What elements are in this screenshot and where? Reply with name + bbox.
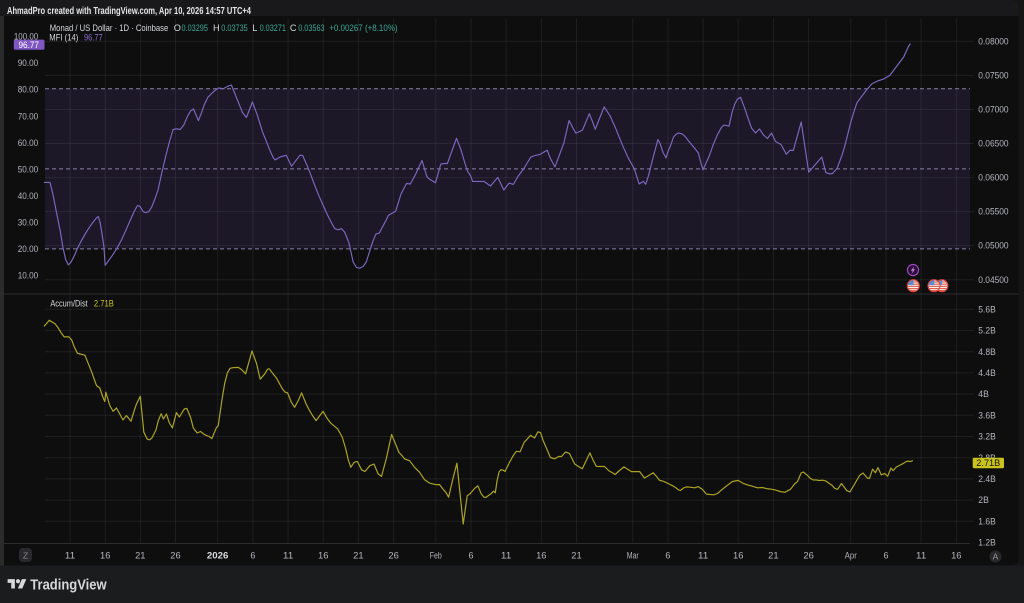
svg-text:0.04500: 0.04500 (978, 275, 1008, 285)
svg-text:Mar: Mar (627, 550, 639, 560)
svg-text:0.03271: 0.03271 (260, 23, 286, 33)
svg-text:16: 16 (733, 550, 743, 560)
svg-text:TradingView: TradingView (30, 578, 107, 594)
svg-text:3.2B: 3.2B (978, 432, 996, 442)
svg-text:Feb: Feb (430, 550, 442, 560)
svg-text:60.00: 60.00 (18, 138, 39, 148)
svg-text:11: 11 (916, 550, 926, 560)
svg-text:0.06000: 0.06000 (978, 173, 1008, 183)
svg-text:0.05000: 0.05000 (978, 241, 1008, 251)
svg-text:+0.00267 (+8.10%): +0.00267 (+8.10%) (329, 23, 397, 33)
svg-text:16: 16 (318, 550, 328, 560)
svg-text:1.2B: 1.2B (978, 538, 996, 548)
svg-text:6: 6 (250, 550, 255, 560)
svg-text:1.6B: 1.6B (978, 516, 996, 526)
svg-text:C: C (290, 23, 297, 33)
svg-text:2026: 2026 (207, 550, 229, 560)
svg-text:30.00: 30.00 (18, 217, 39, 227)
svg-text:L: L (252, 23, 257, 33)
svg-text:H: H (213, 23, 220, 33)
svg-text:21: 21 (571, 550, 581, 560)
svg-text:2.71B: 2.71B (976, 458, 1000, 468)
svg-text:80.00: 80.00 (18, 85, 39, 95)
svg-text:21: 21 (353, 550, 363, 560)
svg-text:21: 21 (135, 550, 145, 560)
svg-text:0.08000: 0.08000 (978, 37, 1008, 47)
svg-text:11: 11 (501, 550, 511, 560)
svg-text:20.00: 20.00 (18, 244, 39, 254)
svg-text:90.00: 90.00 (18, 58, 39, 68)
svg-text:0.06500: 0.06500 (978, 139, 1008, 149)
svg-text:4B: 4B (978, 389, 989, 399)
svg-text:26: 26 (388, 550, 398, 560)
svg-text:5.2B: 5.2B (978, 326, 996, 336)
svg-text:3.6B: 3.6B (978, 410, 996, 420)
svg-text:2.4B: 2.4B (978, 474, 996, 484)
svg-text:96.77: 96.77 (84, 33, 103, 43)
svg-text:6: 6 (468, 550, 473, 560)
svg-text:Apr: Apr (845, 550, 857, 560)
svg-text:Accum/Dist: Accum/Dist (50, 299, 88, 309)
svg-text:0.03295: 0.03295 (182, 23, 208, 33)
svg-text:26: 26 (170, 550, 180, 560)
svg-text:2B: 2B (978, 495, 989, 505)
svg-text:0.03735: 0.03735 (221, 23, 247, 33)
svg-text:0.05500: 0.05500 (978, 207, 1008, 217)
svg-text:4.8B: 4.8B (978, 347, 996, 357)
svg-text:AhmadPro created with TradingV: AhmadPro created with TradingView.com, A… (7, 6, 251, 17)
svg-text:4.4B: 4.4B (978, 368, 996, 378)
svg-text:26: 26 (803, 550, 813, 560)
svg-text:0.07000: 0.07000 (978, 105, 1008, 115)
svg-text:Z: Z (23, 551, 28, 561)
svg-text:6: 6 (883, 550, 888, 560)
svg-text:0.03563: 0.03563 (298, 23, 324, 33)
svg-text:11: 11 (283, 550, 293, 560)
svg-text:16: 16 (951, 550, 961, 560)
svg-text:2.71B: 2.71B (94, 299, 114, 309)
svg-text:5.6B: 5.6B (978, 304, 996, 314)
svg-text:10.00: 10.00 (18, 271, 39, 281)
svg-text:40.00: 40.00 (18, 191, 39, 201)
svg-text:MFI (14): MFI (14) (49, 33, 78, 43)
svg-text:50.00: 50.00 (18, 164, 39, 174)
svg-text:0.07500: 0.07500 (978, 71, 1008, 81)
svg-text:11: 11 (698, 550, 708, 560)
svg-text:16: 16 (536, 550, 546, 560)
svg-text:6: 6 (665, 550, 670, 560)
svg-text:70.00: 70.00 (18, 111, 39, 121)
svg-text:11: 11 (65, 550, 75, 560)
svg-text:16: 16 (100, 550, 110, 560)
svg-text:21: 21 (768, 550, 778, 560)
svg-text:96.77: 96.77 (19, 40, 40, 50)
svg-text:A: A (993, 552, 999, 562)
svg-text:O: O (174, 23, 181, 33)
